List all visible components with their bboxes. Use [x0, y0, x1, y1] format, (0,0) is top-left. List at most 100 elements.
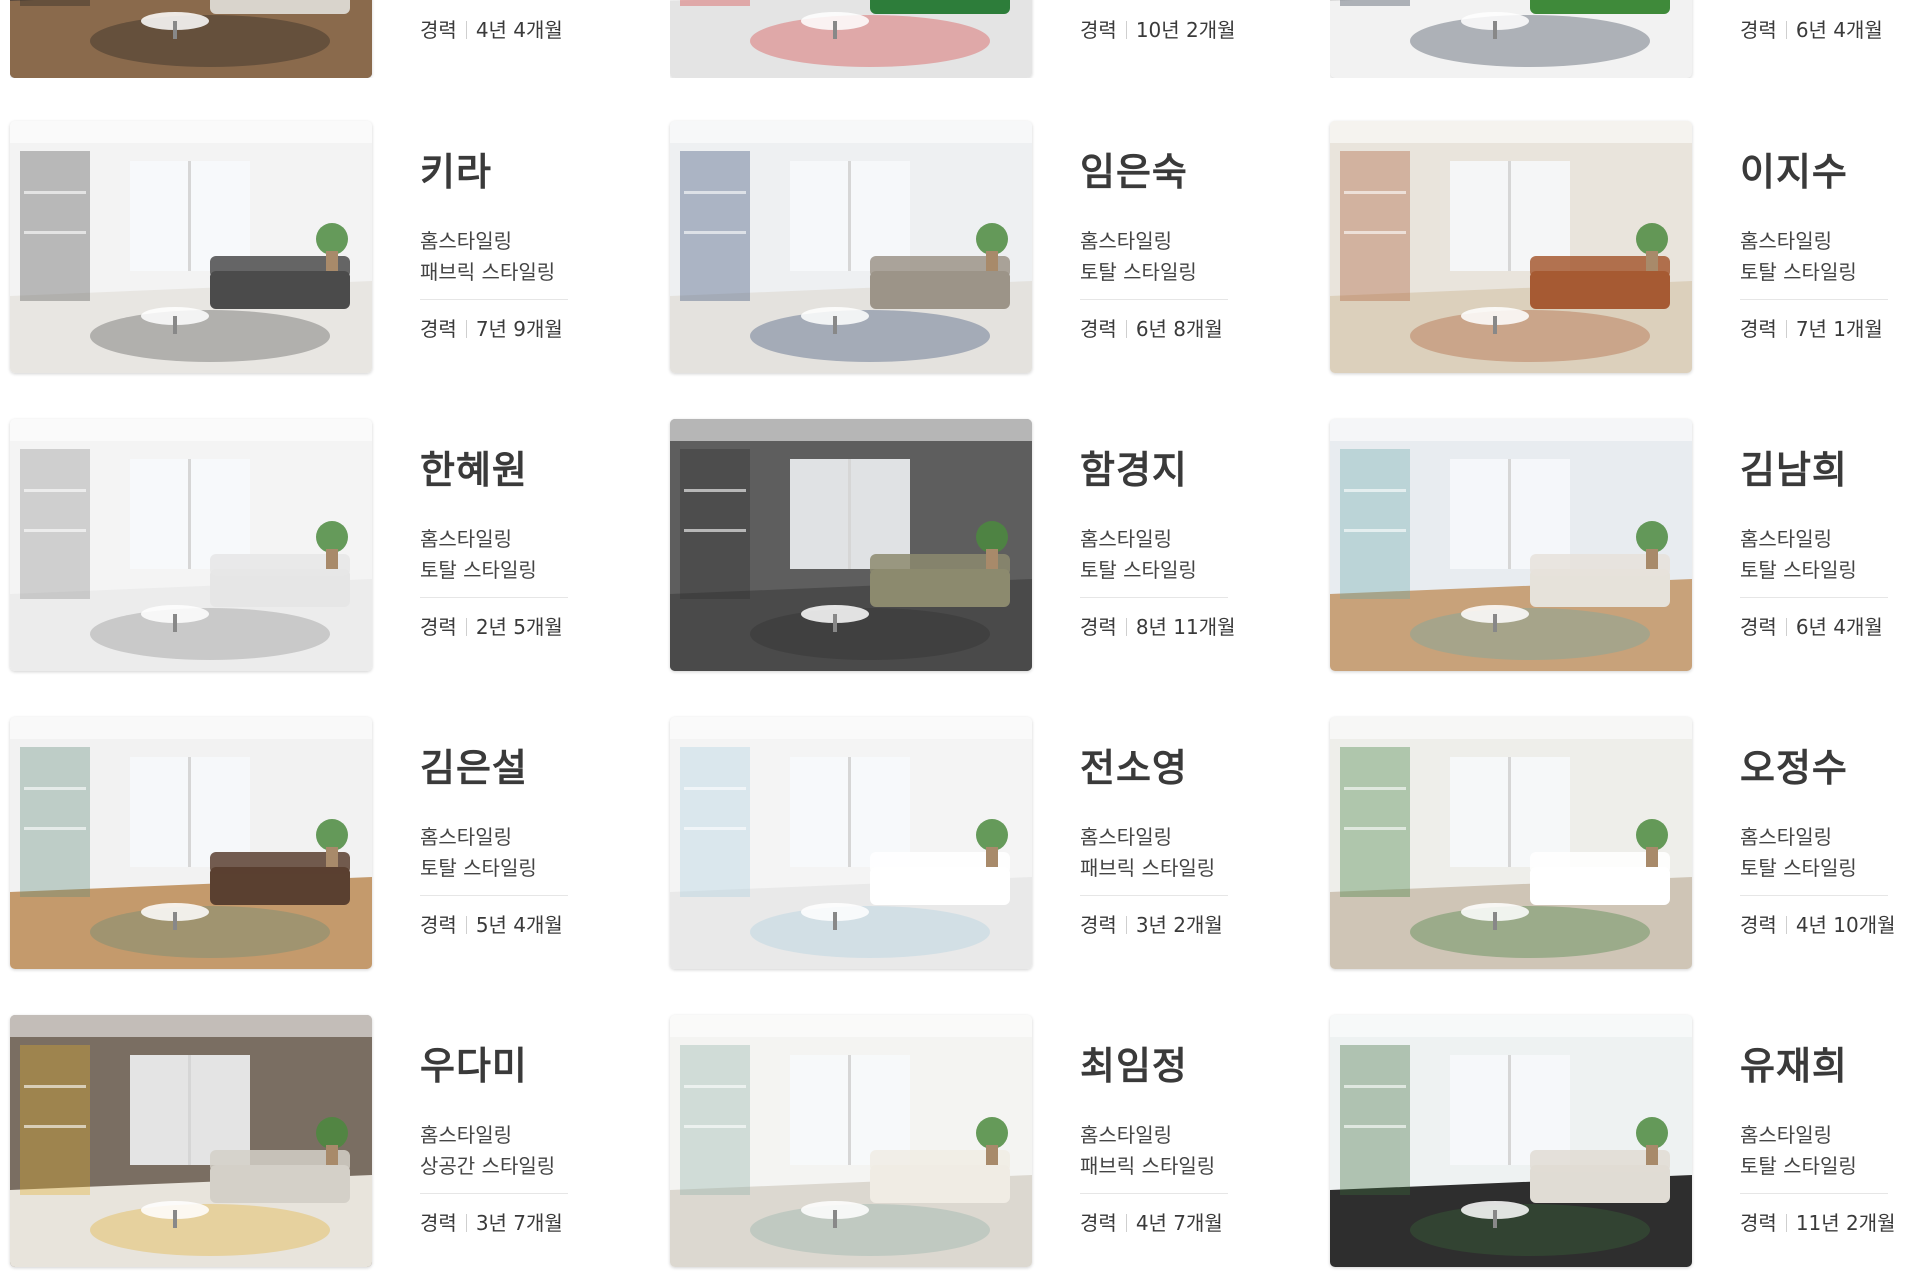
designer-portfolio-thumbnail[interactable] [670, 1015, 1032, 1267]
divider [1740, 1193, 1888, 1194]
designer-card[interactable]: 최임정홈스타일링패브릭 스타일링경력 4년 7개월 [670, 1015, 1310, 1267]
designer-portfolio-thumbnail[interactable] [10, 0, 372, 78]
designer-services: 홈스타일링 토탈 스타일링 [1740, 822, 1857, 884]
designer-career: 경력 11년 2개월 [1740, 1209, 1896, 1237]
designer-card[interactable]: 경력 6년 4개월 [1330, 0, 1910, 78]
designer-services: 홈스타일링 토탈 스타일링 [1740, 1120, 1857, 1182]
designer-name[interactable]: 김은설 [420, 737, 528, 792]
room-photo-15 [1330, 1015, 1692, 1267]
service-tag: 토탈 스타일링 [420, 856, 537, 880]
designer-card[interactable]: 한혜원 홈스타일링 토탈 스타일링 경력 2년 5개월 [10, 419, 650, 671]
designer-services: 홈스타일링 토탈 스타일링 [420, 822, 537, 884]
designer-card[interactable]: 김남희홈스타일링 토탈 스타일링경력 6년 4개월 [1330, 419, 1910, 671]
service-tag: 토탈 스타일링 [1080, 260, 1197, 284]
separator [465, 320, 467, 338]
designer-career: 경력 6년 8개월 [1080, 315, 1223, 343]
career-value: 10년 2개월 [1135, 18, 1236, 42]
designer-info: 오정수홈스타일링 토탈 스타일링경력 4년 10개월 [1740, 717, 1910, 969]
designer-card[interactable]: 경력 4년 4개월 [10, 0, 650, 78]
service-tag: 홈스타일링 [1080, 1123, 1172, 1147]
designer-name[interactable]: 한혜원 [420, 439, 528, 494]
designer-career: 경력 6년 4개월 [1740, 613, 1883, 641]
room-photo-9 [1330, 419, 1692, 671]
career-label: 경력 [1740, 615, 1777, 639]
room-photo-1 [10, 0, 372, 78]
designer-card[interactable]: 우다미 홈스타일링 상공간 스타일링 경력 3년 7개월 [10, 1015, 650, 1267]
career-label: 경력 [1080, 913, 1117, 937]
service-tag: 패브릭 스타일링 [1080, 856, 1216, 880]
service-tag: 패브릭 스타일링 [1080, 1154, 1216, 1178]
designer-card[interactable]: 김은설 홈스타일링 토탈 스타일링 경력 5년 4개월 [10, 717, 650, 969]
designer-card[interactable]: 경력 10년 2개월 [670, 0, 1310, 78]
designer-career: 경력 3년 2개월 [1080, 911, 1223, 939]
career-value: 7년 9개월 [475, 317, 563, 341]
designer-grid: 경력 4년 4개월 경력 10년 2개월 경력 6년 4개월 키라 홈스타일링 패브릭 스타일링… [0, 0, 1910, 1274]
career-value: 5년 4개월 [475, 913, 563, 937]
designer-name[interactable]: 임은숙 [1080, 141, 1188, 196]
designer-card[interactable]: 임은숙홈스타일링 토탈 스타일링경력 6년 8개월 [670, 121, 1310, 373]
service-tag: 토탈 스타일링 [1740, 260, 1857, 284]
designer-portfolio-thumbnail[interactable] [1330, 0, 1692, 78]
designer-portfolio-thumbnail[interactable] [1330, 121, 1692, 373]
designer-portfolio-thumbnail[interactable] [670, 419, 1032, 671]
designer-name[interactable]: 이지수 [1740, 141, 1848, 196]
career-label: 경력 [1080, 317, 1117, 341]
designer-info: 키라 홈스타일링 패브릭 스타일링 경력 7년 9개월 [420, 121, 650, 373]
designer-services: 홈스타일링 패브릭 스타일링 [420, 226, 555, 288]
career-label: 경력 [1080, 615, 1117, 639]
service-tag: 토탈 스타일링 [1080, 558, 1197, 582]
designer-name[interactable]: 김남희 [1740, 439, 1848, 494]
designer-portfolio-thumbnail[interactable] [670, 0, 1032, 78]
service-tag: 홈스타일링 [420, 1123, 512, 1147]
designer-name[interactable]: 키라 [420, 141, 492, 196]
career-label: 경력 [1740, 913, 1777, 937]
career-value: 4년 7개월 [1135, 1211, 1223, 1235]
designer-name[interactable]: 우다미 [420, 1035, 528, 1090]
designer-name[interactable]: 오정수 [1740, 737, 1848, 792]
career-value: 4년 10개월 [1795, 913, 1896, 937]
designer-portfolio-thumbnail[interactable] [10, 1015, 372, 1267]
room-photo-14 [670, 1015, 1032, 1267]
career-label: 경력 [420, 615, 457, 639]
designer-portfolio-thumbnail[interactable] [10, 419, 372, 671]
designer-career: 경력 6년 4개월 [1740, 16, 1883, 44]
service-tag: 토탈 스타일링 [1740, 856, 1857, 880]
designer-name[interactable]: 최임정 [1080, 1035, 1188, 1090]
designer-card[interactable]: 이지수 홈스타일링 토탈 스타일링 경력 7년 1개월 [1330, 121, 1910, 373]
designer-card[interactable]: 키라 홈스타일링 패브릭 스타일링 경력 7년 9개월 [10, 121, 650, 373]
separator [1125, 320, 1127, 338]
separator [1785, 21, 1787, 39]
separator [1125, 21, 1127, 39]
service-tag: 패브릭 스타일링 [420, 260, 556, 284]
designer-card[interactable]: 오정수홈스타일링 토탈 스타일링경력 4년 10개월 [1330, 717, 1910, 969]
designer-career: 경력 4년 4개월 [420, 16, 563, 44]
designer-name[interactable]: 전소영 [1080, 737, 1188, 792]
career-label: 경력 [420, 18, 457, 42]
designer-portfolio-thumbnail[interactable] [10, 121, 372, 373]
service-tag: 토탈 스타일링 [1740, 1154, 1857, 1178]
designer-services: 홈스타일링 토탈 스타일링 [1740, 524, 1857, 586]
designer-portfolio-thumbnail[interactable] [1330, 419, 1692, 671]
divider [1080, 597, 1228, 598]
designer-portfolio-thumbnail[interactable] [670, 717, 1032, 969]
designer-card[interactable]: 함경지 홈스타일링 토탈 스타일링 경력 8년 11개월 [670, 419, 1310, 671]
divider [420, 299, 568, 300]
designer-name[interactable]: 유재희 [1740, 1035, 1848, 1090]
designer-services: 홈스타일링 토탈 스타일링 [1080, 226, 1197, 288]
designer-card[interactable]: 전소영홈스타일링 패브릭 스타일링경력 3년 2개월 [670, 717, 1310, 969]
designer-name[interactable]: 함경지 [1080, 439, 1188, 494]
divider [1740, 895, 1888, 896]
separator [1125, 618, 1127, 636]
designer-services: 홈스타일링 패브릭 스타일링 [1080, 822, 1215, 884]
designer-portfolio-thumbnail[interactable] [10, 717, 372, 969]
designer-card[interactable]: 유재희홈스타일링 토탈 스타일링경력 11년 2개월 [1330, 1015, 1910, 1267]
separator [465, 618, 467, 636]
designer-portfolio-thumbnail[interactable] [670, 121, 1032, 373]
divider [1080, 895, 1228, 896]
separator [465, 916, 467, 934]
designer-portfolio-thumbnail[interactable] [1330, 1015, 1692, 1267]
career-value: 4년 4개월 [475, 18, 563, 42]
designer-services: 홈스타일링 상공간 스타일링 [420, 1120, 555, 1182]
career-label: 경력 [1080, 1211, 1117, 1235]
designer-portfolio-thumbnail[interactable] [1330, 717, 1692, 969]
